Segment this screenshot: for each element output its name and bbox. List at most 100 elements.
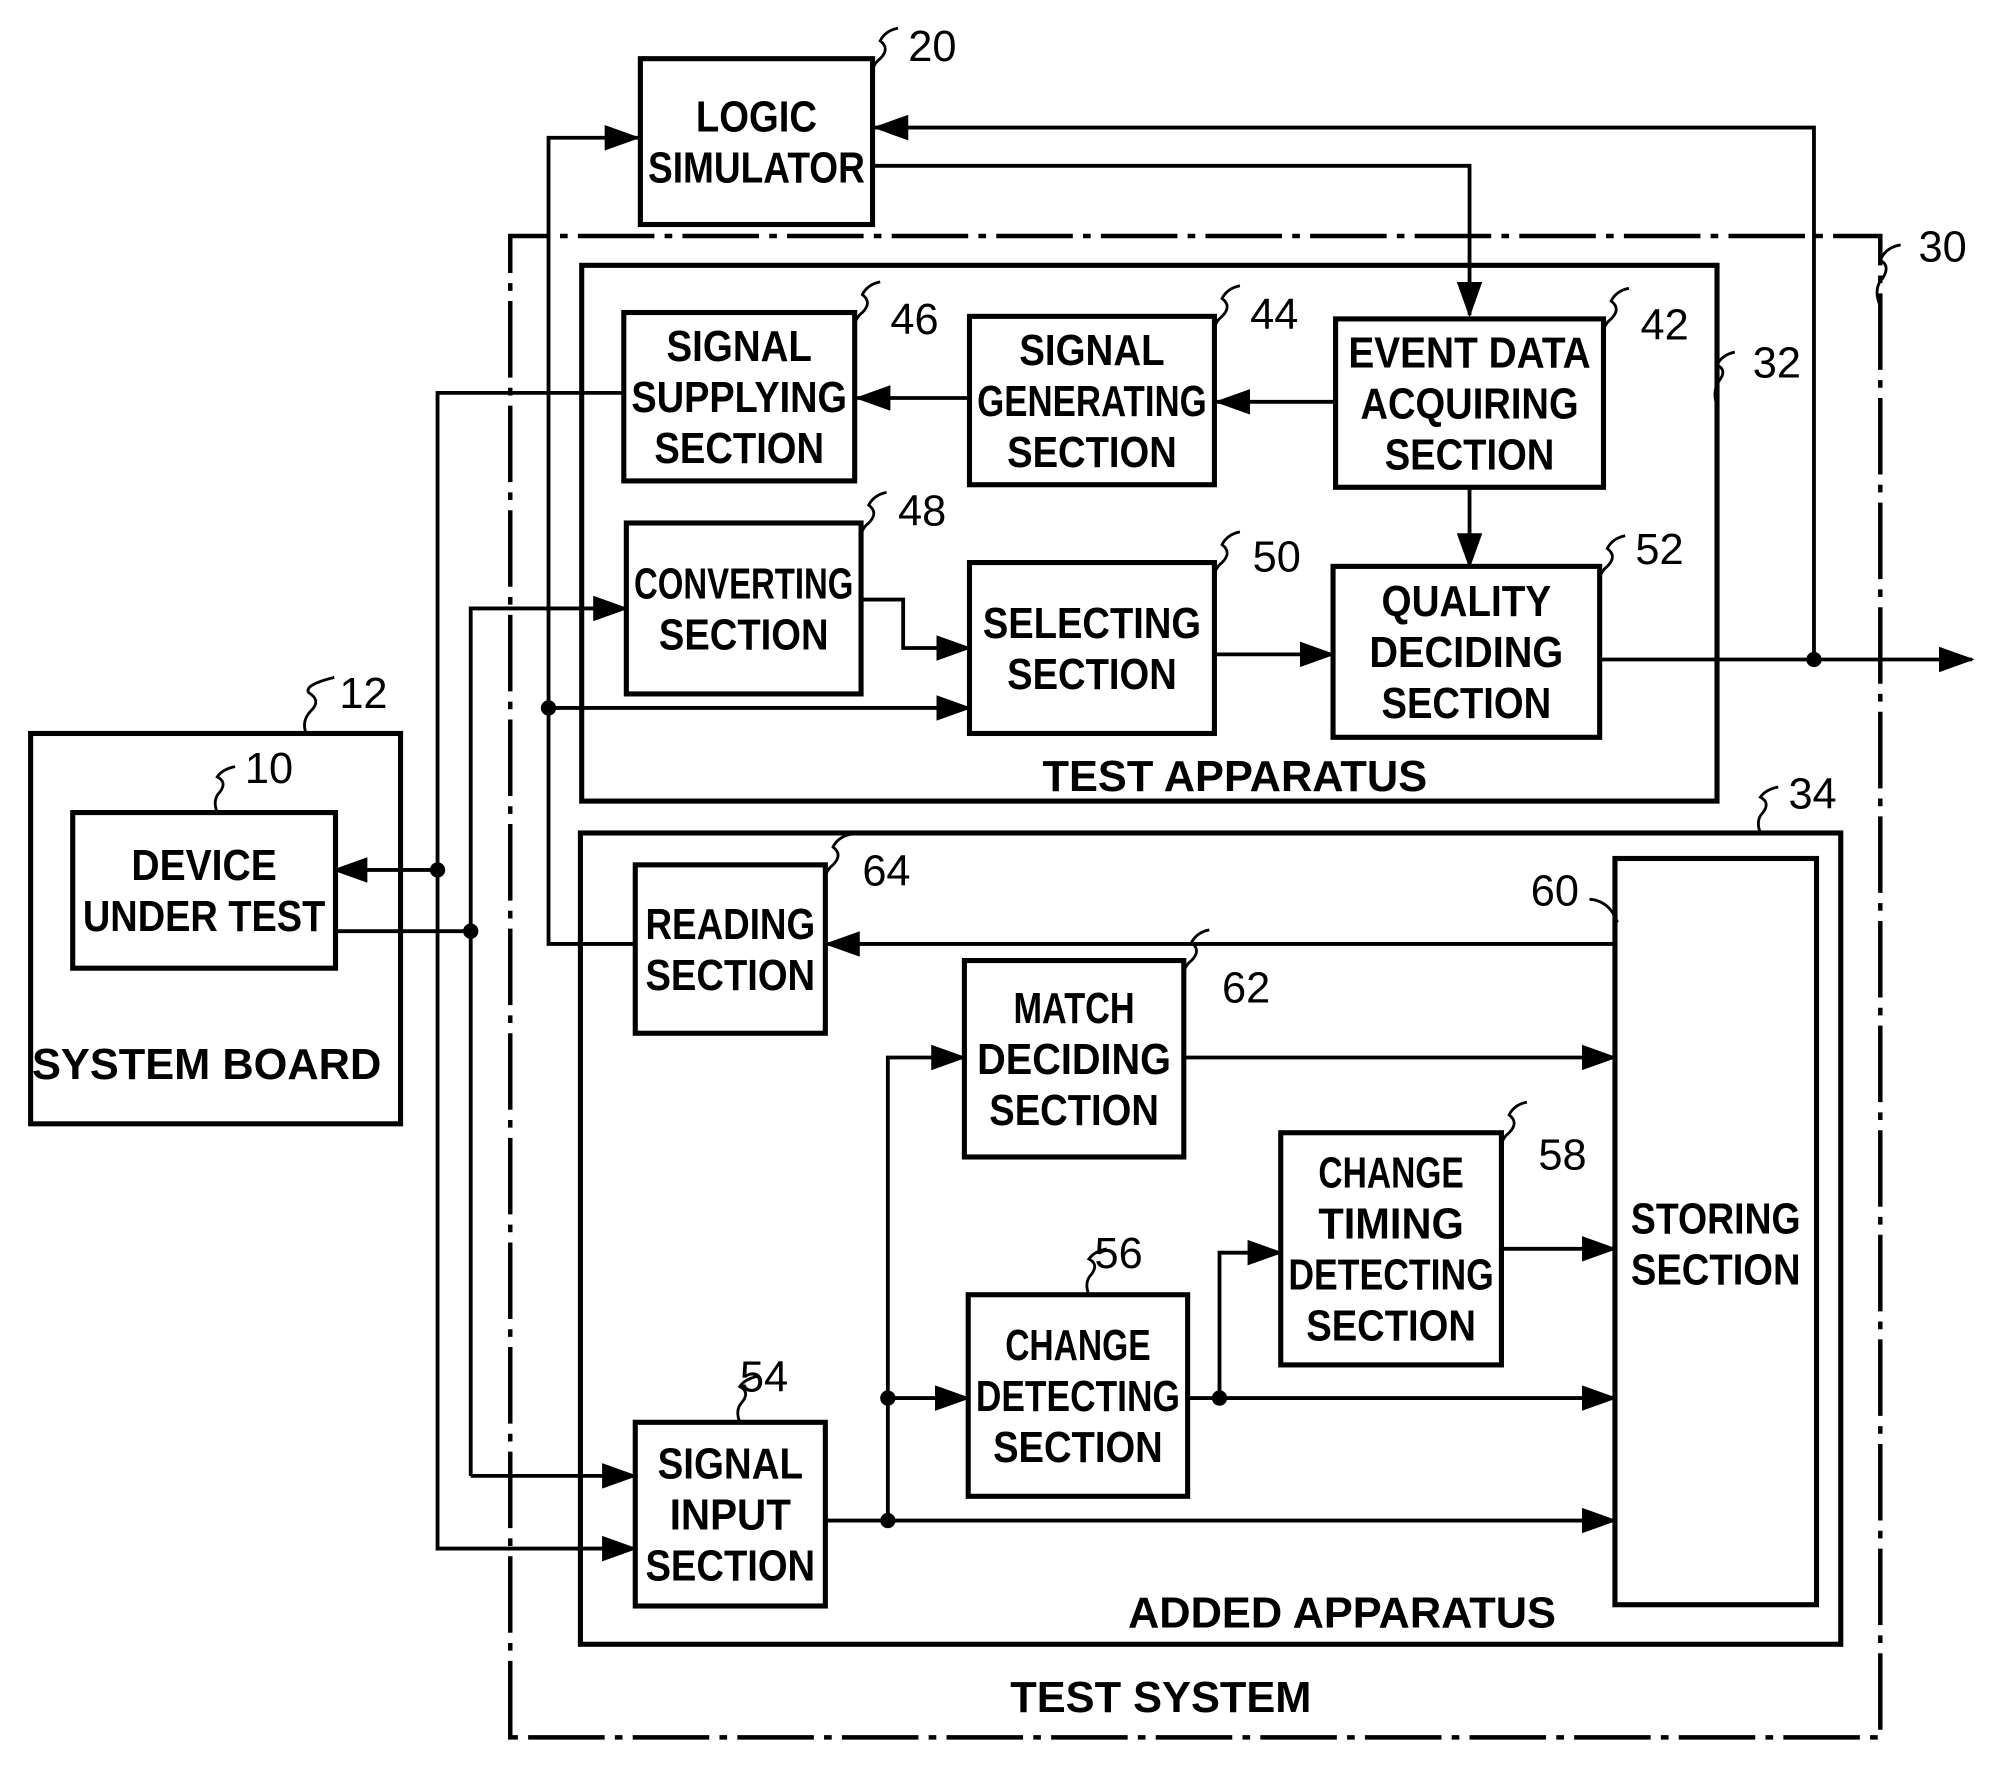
event-data-acquiring-section-label-line: EVENT DATA [1348,329,1590,377]
converting-section-label-line: SECTION [659,611,829,659]
test-system-caption: TEST SYSTEM [1010,1674,1311,1722]
converting-section-label-line: CONVERTING [634,560,853,608]
change-timing-detecting-section-label-line: TIMING [1318,1201,1463,1249]
system-board-caption: SYSTEM BOARD [32,1041,381,1089]
signal-input-section-block: SIGNALINPUTSECTION 54 [632,1354,828,1609]
leader-line [1212,530,1241,586]
change-timing-detecting-section-label-line: CHANGE [1318,1150,1463,1198]
junction-dot [429,862,446,878]
selecting-section-label-line: SELECTING [983,600,1201,648]
match-deciding-section-block: MATCHDECIDINGSECTION 62 [961,928,1270,1160]
arrow-sim-to-event [872,163,1483,318]
leader-line [1499,1100,1528,1156]
selecting-section-label-line: SECTION [1007,651,1177,699]
signal-supplying-section-label-line: SUPPLYING [631,374,847,422]
change-detecting-section-label-line: CHANGE [1005,1322,1150,1370]
change-detecting-section-block: CHANGEDETECTINGSECTION 56 [965,1230,1191,1499]
logic-simulator-label-line: SIMULATOR [648,144,865,192]
blocks: LOGICSIMULATOR20SIGNALSUPPLYINGSECTION46… [70,23,1820,1609]
match-deciding-section-label-line: DECIDING [977,1036,1171,1084]
converting-section-block: CONVERTINGSECTION 48 [623,488,946,697]
logic-simulator-label-line: LOGIC [696,93,817,141]
selecting-section-box [966,559,1217,737]
event-data-acquiring-section-label-line: SECTION [1385,431,1555,479]
signal-generating-section-label-line: GENERATING [977,378,1207,426]
signal-generating-section-label-line: SIGNAL [1019,327,1164,375]
signal-input-section-ref-number: 54 [740,1354,788,1402]
change-timing-detecting-section-label-line: SECTION [1306,1303,1476,1351]
block-diagram: SYSTEM BOARD 12 TEST SYSTEM 30 TEST APPA… [28,23,1975,1740]
quality-deciding-section-label-line: SECTION [1382,680,1552,728]
leader-line [859,491,887,547]
change-timing-detecting-section-label-line: DETECTING [1288,1252,1493,1300]
reading-section-block: READINGSECTION 64 [632,832,911,1036]
junction-dot [540,700,557,716]
change-detecting-section-label-line: SECTION [993,1424,1163,1472]
selecting-section-block: SELECTINGSECTION 50 [966,530,1301,737]
event-data-acquiring-section-ref-number: 42 [1640,301,1688,349]
leader-line [870,26,899,82]
signal-generating-section-ref-number: 44 [1250,291,1298,339]
signal-input-section-label-line: SIGNAL [658,1440,803,1488]
signal-supplying-section-label-line: SECTION [654,425,824,473]
junction-dot [463,923,479,939]
signal-generating-section-block: SIGNALGENERATINGSECTION 44 [966,284,1298,488]
change-timing-detecting-section-block: CHANGETIMINGDETECTINGSECTION 58 [1278,1100,1587,1368]
match-deciding-section-ref-number: 62 [1222,965,1270,1013]
arrow-convert-to-select [861,597,973,661]
test-apparatus-ref: 32 [1753,340,1801,388]
logic-simulator-ref-number: 20 [908,23,956,71]
quality-deciding-section-block: QUALITYDECIDINGSECTION 52 [1330,526,1684,740]
device-under-test-box [70,810,339,971]
storing-section-ref-number: 60 [1531,868,1579,916]
change-detecting-section-ref-number: 56 [1095,1230,1143,1278]
signal-supplying-section-block: SIGNALSUPPLYINGSECTION 46 [621,280,939,484]
quality-deciding-section-label-line: DECIDING [1369,629,1563,677]
reading-section-box [632,862,828,1036]
system-board-ref: 12 [339,670,387,718]
reading-section-label-line: READING [645,901,815,949]
test-system-ref: 30 [1919,224,1967,272]
storing-section-label-line: SECTION [1631,1247,1801,1295]
change-detecting-section-label-line: DETECTING [976,1373,1180,1421]
signal-supplying-section-label-line: SIGNAL [667,323,812,371]
converting-section-box [623,520,864,697]
junction-dot [1211,1390,1228,1406]
selecting-section-ref-number: 50 [1253,533,1301,581]
storing-section-label-line: STORING [1631,1196,1801,1244]
arrow-change-to-timing [1217,1239,1284,1399]
match-deciding-section-label-line: MATCH [1013,985,1134,1033]
logic-simulator-box [637,56,876,228]
event-data-acquiring-section-block: EVENT DATAACQUIRINGSECTION 42 [1333,286,1689,490]
leader-line [1601,286,1630,343]
device-under-test-ref-number: 10 [245,745,293,793]
quality-deciding-section-label-line: QUALITY [1382,578,1552,626]
junction-dot [1806,651,1822,668]
device-under-test-label-line: DEVICE [131,842,276,890]
reading-section-ref-number: 64 [862,847,910,895]
quality-deciding-section-ref-number: 52 [1635,526,1683,574]
device-under-test-label-line: UNDER TEST [83,893,326,941]
logic-simulator-block: LOGICSIMULATOR 20 [637,23,956,228]
change-timing-detecting-section-ref-number: 58 [1538,1132,1586,1180]
signal-input-section-label-line: INPUT [670,1491,792,1539]
signal-input-section-label-line: SECTION [645,1542,815,1590]
junction-dot [880,1390,896,1406]
leader-line [1181,928,1210,984]
added-apparatus-ref: 34 [1788,771,1836,819]
signal-generating-section-label-line: SECTION [1007,429,1177,477]
leader-line [852,280,881,336]
match-deciding-section-label-line: SECTION [989,1087,1159,1135]
signal-supplying-section-ref-number: 46 [890,296,938,344]
leader-line [1597,534,1626,590]
leader-line [1212,284,1241,340]
leader-line [823,832,852,889]
arrow-supply-to-input [435,390,638,1562]
storing-section-block: STORINGSECTION 60 [1531,855,1820,1608]
reading-section-label-line: SECTION [645,952,815,1000]
junction-dot [880,1512,896,1529]
arrow-input-to-match [885,1044,967,1521]
test-apparatus-caption: TEST APPARATUS [1043,753,1428,801]
event-data-acquiring-section-label-line: ACQUIRING [1360,380,1578,428]
added-apparatus-caption: ADDED APPARATUS [1128,1590,1556,1638]
